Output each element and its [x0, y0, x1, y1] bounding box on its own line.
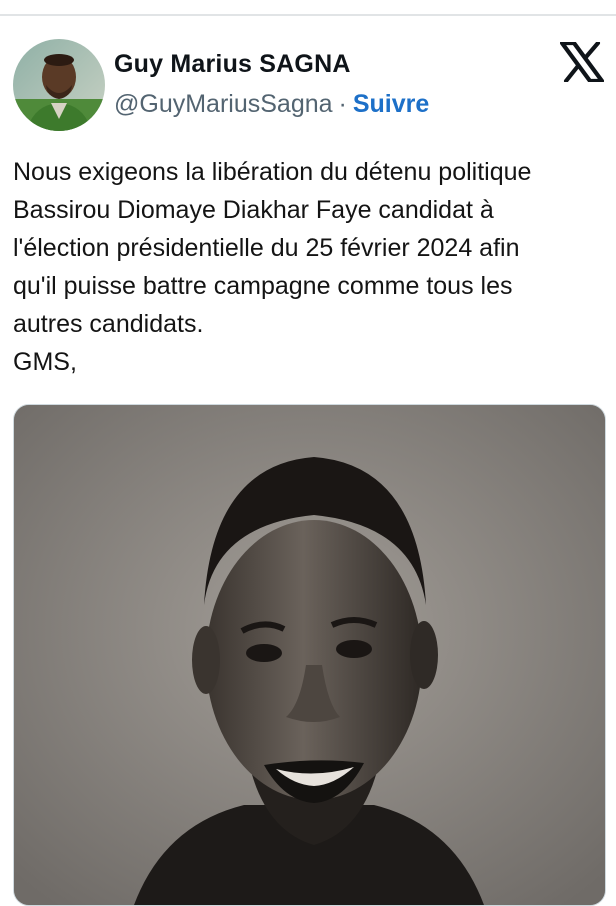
author-avatar[interactable]: [13, 39, 105, 131]
author-meta: @GuyMariusSagna · Suivre: [114, 88, 429, 120]
top-divider: [0, 14, 616, 16]
tweet-text: Nous exigeons la libération du détenu po…: [13, 158, 532, 376]
author-name[interactable]: Guy Marius SAGNA: [114, 48, 351, 80]
meta-separator: ·: [338, 90, 347, 118]
x-logo-icon[interactable]: [559, 40, 605, 84]
author-handle[interactable]: @GuyMariusSagna: [114, 90, 333, 118]
tweet-photo[interactable]: [13, 404, 606, 906]
follow-button[interactable]: Suivre: [353, 90, 429, 118]
